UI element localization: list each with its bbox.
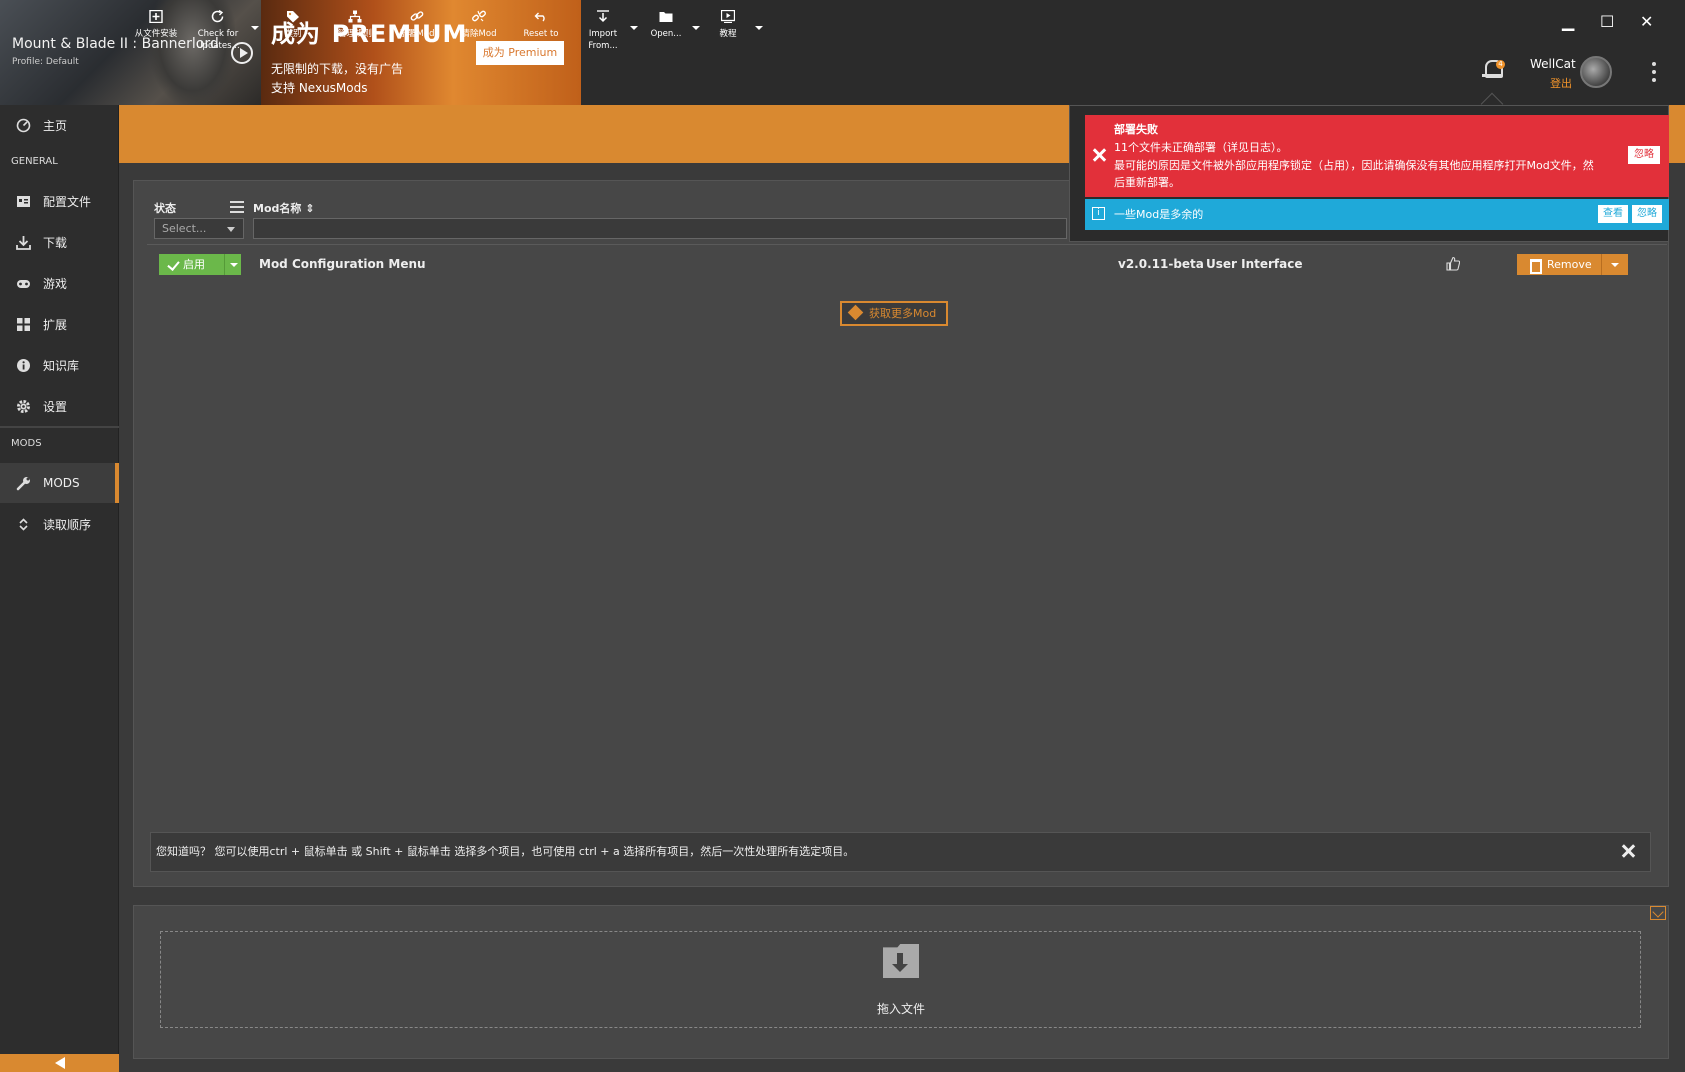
remove-dropdown[interactable] bbox=[1601, 254, 1628, 275]
sidebar-item-label: 知识库 bbox=[43, 358, 80, 373]
logout-link[interactable]: 登出 bbox=[1550, 75, 1572, 91]
close-button[interactable]: ✕ bbox=[1640, 12, 1653, 31]
drop-label: 拖入文件 bbox=[877, 1002, 926, 1016]
info-message: 一些Mod是多余的 bbox=[1114, 208, 1204, 221]
folder-icon bbox=[659, 10, 673, 23]
purge-mods-button[interactable]: 清除Mod bbox=[449, 8, 509, 40]
gear-icon bbox=[16, 399, 31, 414]
premium-line-2: 支持 NexusMods bbox=[271, 81, 368, 95]
sidebar-item-label: 游戏 bbox=[43, 276, 68, 291]
sidebar-item-knowledge-base[interactable]: 知识库 bbox=[0, 345, 119, 385]
deploy-mods-button[interactable]: 部署Mod bbox=[387, 8, 447, 40]
add-file-icon bbox=[149, 9, 163, 24]
undo-icon bbox=[534, 10, 548, 23]
maximize-button[interactable]: ☐ bbox=[1600, 12, 1614, 31]
column-header-status[interactable]: 状态 bbox=[154, 200, 176, 216]
mod-version: v2.0.11-beta bbox=[1118, 257, 1204, 271]
enable-dropdown[interactable] bbox=[224, 254, 241, 275]
mods-panel bbox=[133, 180, 1669, 887]
gamepad-icon bbox=[16, 276, 31, 291]
reset-to-manifest-button[interactable]: Reset to manifest bbox=[511, 8, 571, 52]
install-from-file-button[interactable]: 从文件安装 bbox=[126, 8, 186, 40]
sidebar-item-label: 配置文件 bbox=[43, 194, 92, 209]
list-icon[interactable] bbox=[230, 201, 244, 213]
video-icon bbox=[720, 9, 736, 24]
info-icon bbox=[16, 358, 31, 373]
sidebar-item-label: 下载 bbox=[43, 235, 68, 250]
notification-count-badge: 4 bbox=[1496, 60, 1505, 69]
check-updates-dropdown[interactable] bbox=[251, 26, 259, 30]
open-button[interactable]: Open... bbox=[636, 8, 696, 40]
header-divider bbox=[147, 244, 1667, 245]
general-header: GENERAL bbox=[11, 156, 58, 167]
column-header-name[interactable]: Mod名称 ⇕ bbox=[253, 200, 314, 216]
sidebar-item-downloads[interactable]: 下载 bbox=[0, 222, 119, 262]
download-icon bbox=[16, 235, 31, 250]
profile-label: Profile: Default bbox=[12, 57, 79, 67]
status-filter-select[interactable]: Select... bbox=[154, 218, 244, 239]
sidebar-item-home[interactable]: 主页 bbox=[0, 105, 119, 145]
dashboard-icon bbox=[16, 118, 31, 133]
minimize-button[interactable]: ▁ bbox=[1562, 12, 1574, 31]
sort-icon: ⇕ bbox=[305, 202, 315, 215]
sidebar-item-extensions[interactable]: 扩展 bbox=[0, 304, 119, 344]
manage-rules-button[interactable]: 管理规则 bbox=[325, 8, 385, 40]
error-icon bbox=[1091, 147, 1107, 163]
name-filter-input[interactable] bbox=[253, 218, 1067, 239]
sidebar-item-label: 设置 bbox=[43, 399, 68, 414]
info-icon: i bbox=[1092, 207, 1105, 220]
error-dismiss-button[interactable]: 忽略 bbox=[1628, 146, 1660, 164]
enable-toggle-button[interactable]: 启用 bbox=[159, 254, 224, 275]
mods-header: MODS bbox=[11, 438, 42, 449]
tag-icon bbox=[286, 10, 300, 23]
remove-button[interactable]: Remove bbox=[1517, 254, 1601, 275]
sidebar-item-games[interactable]: 游戏 bbox=[0, 263, 119, 303]
tutorial-button[interactable]: 教程 bbox=[698, 8, 758, 40]
close-icon[interactable] bbox=[1620, 843, 1636, 859]
info-view-button[interactable]: 查看 bbox=[1598, 205, 1628, 223]
folder-download-icon bbox=[883, 944, 919, 978]
hierarchy-icon bbox=[348, 10, 362, 23]
unlink-icon bbox=[472, 10, 486, 23]
tip-banner: 您知道吗？ 您可以使用ctrl + 鼠标单击 或 Shift + 鼠标单击 选择… bbox=[150, 832, 1651, 872]
collapse-sidebar-button[interactable] bbox=[0, 1054, 119, 1072]
sidebar-item-label: MODS bbox=[43, 476, 80, 490]
sidebar-item-mods[interactable]: MODS bbox=[0, 463, 119, 503]
sort-icon bbox=[16, 517, 31, 532]
import-icon bbox=[596, 10, 610, 23]
error-title: 部署失败 bbox=[1114, 123, 1158, 136]
profile-icon bbox=[16, 194, 31, 209]
avatar[interactable] bbox=[1580, 56, 1612, 88]
error-message-2: 最可能的原因是文件被外部应用程序锁定（占用），因此请确保没有其他应用程序打开Mo… bbox=[1114, 159, 1594, 189]
thumbs-up-icon[interactable] bbox=[1446, 256, 1461, 271]
extensions-icon bbox=[16, 317, 31, 332]
error-message-1: 11个文件未正确部署（详见日志）。 bbox=[1114, 141, 1288, 154]
more-menu-icon[interactable] bbox=[1652, 62, 1656, 82]
refresh-icon bbox=[211, 9, 225, 23]
tutorial-dropdown[interactable] bbox=[755, 26, 763, 30]
sidebar-item-load-order[interactable]: 读取顺序 bbox=[0, 504, 119, 544]
app-window: Mount & Blade II : Bannerlord Profile: D… bbox=[0, 0, 1685, 1072]
link-icon bbox=[410, 10, 424, 23]
mod-name: Mod Configuration Menu bbox=[259, 257, 426, 271]
user-name: WellCat bbox=[1530, 57, 1576, 71]
premium-line-1: 无限制的下载，没有广告 bbox=[271, 62, 404, 76]
sidebar-item-label: 扩展 bbox=[43, 317, 68, 332]
import-from-button[interactable]: Import From... bbox=[573, 8, 633, 52]
sidebar-item-label: 读取顺序 bbox=[43, 517, 92, 532]
info-dismiss-button[interactable]: 忽略 bbox=[1632, 205, 1662, 223]
get-more-mods-button[interactable]: 获取更多Mod bbox=[840, 301, 948, 326]
collapse-panel-icon[interactable] bbox=[1650, 906, 1666, 920]
mod-category: User Interface bbox=[1206, 257, 1303, 271]
wrench-icon bbox=[16, 476, 31, 491]
check-updates-button[interactable]: Check for Updates... bbox=[188, 8, 248, 52]
category-button[interactable]: 类别 bbox=[263, 8, 323, 40]
sidebar-divider bbox=[0, 426, 119, 428]
sidebar-item-label: 主页 bbox=[43, 118, 68, 133]
sidebar-item-settings[interactable]: 设置 bbox=[0, 386, 119, 426]
sidebar-item-profiles[interactable]: 配置文件 bbox=[0, 181, 119, 221]
